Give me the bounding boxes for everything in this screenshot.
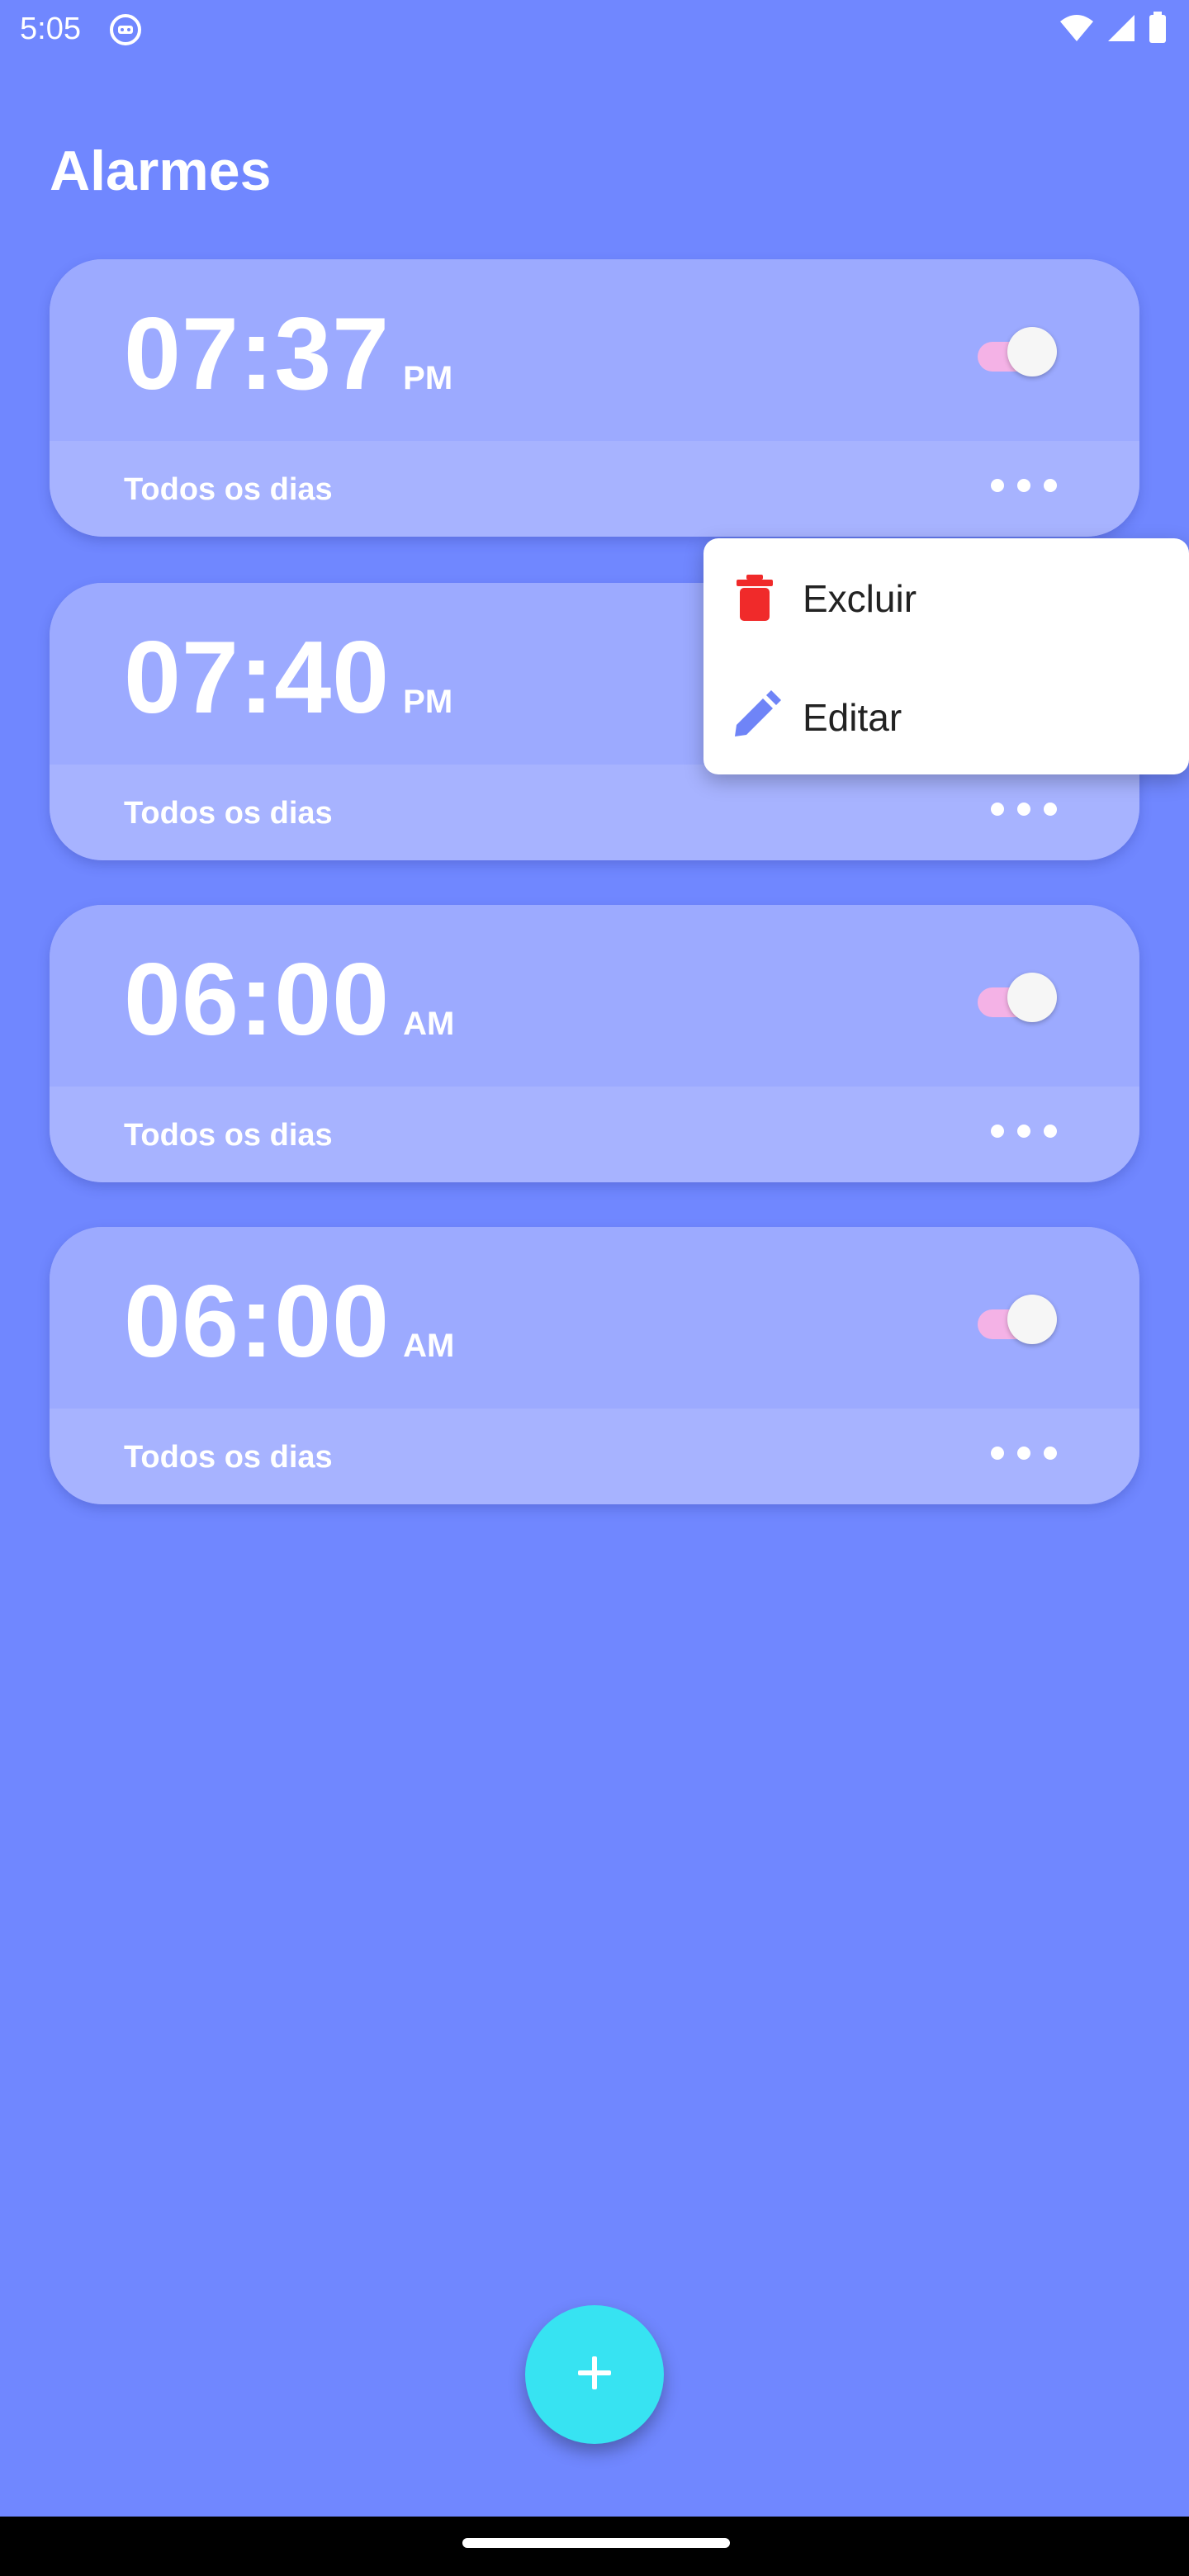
add-alarm-button[interactable] [525, 2305, 664, 2444]
navigation-bar [0, 2517, 1189, 2576]
home-gesture-handle[interactable] [462, 2538, 730, 2548]
alarm-time-group: 06:00 AM [124, 1263, 454, 1380]
more-options-button[interactable] [991, 469, 1057, 502]
menu-item-edit[interactable]: Editar [703, 661, 1189, 776]
notification-icon [109, 13, 142, 46]
signal-icon [1106, 13, 1136, 47]
alarm-card[interactable]: 06:00 AM Todos os dias [50, 905, 1139, 1182]
alarm-repeat-label: Todos os dias [124, 472, 333, 507]
alarm-options-menu: Excluir Editar [703, 538, 1189, 774]
alarm-repeat-label: Todos os dias [124, 1440, 333, 1475]
plus-icon [575, 2353, 614, 2397]
more-options-button[interactable] [991, 1437, 1057, 1470]
alarm-time-group: 07:37 PM [124, 296, 452, 413]
alarm-time-group: 07:40 PM [124, 619, 452, 736]
alarm-period: PM [403, 360, 453, 396]
alarm-card[interactable]: 06:00 AM Todos os dias [50, 1227, 1139, 1504]
menu-item-label: Excluir [803, 577, 917, 620]
alarm-time: 07:40 [124, 621, 391, 735]
alarm-period: AM [403, 1006, 455, 1042]
alarm-repeat-label: Todos os dias [124, 796, 333, 831]
status-bar: 5:05 [0, 0, 1189, 59]
page-title: Alarmes [50, 140, 272, 202]
alarm-repeat-label: Todos os dias [124, 1118, 333, 1153]
alarm-period: AM [403, 1328, 455, 1364]
alarm-toggle[interactable] [978, 1295, 1057, 1344]
wifi-icon [1059, 13, 1095, 47]
battery-icon [1148, 11, 1168, 49]
trash-icon [728, 571, 781, 624]
more-options-button[interactable] [991, 793, 1057, 826]
alarm-time-group: 06:00 AM [124, 941, 454, 1058]
pencil-icon [728, 690, 781, 743]
alarm-time: 06:00 [124, 943, 391, 1057]
alarm-toggle[interactable] [978, 973, 1057, 1022]
menu-item-delete[interactable]: Excluir [703, 542, 1189, 657]
alarm-card[interactable]: 07:37 PM Todos os dias [50, 259, 1139, 537]
alarm-toggle[interactable] [978, 327, 1057, 376]
alarm-period: PM [403, 684, 453, 720]
alarm-time: 07:37 [124, 297, 391, 411]
status-time: 5:05 [20, 12, 81, 46]
more-options-button[interactable] [991, 1115, 1057, 1148]
menu-item-label: Editar [803, 696, 902, 739]
alarm-time: 06:00 [124, 1265, 391, 1379]
